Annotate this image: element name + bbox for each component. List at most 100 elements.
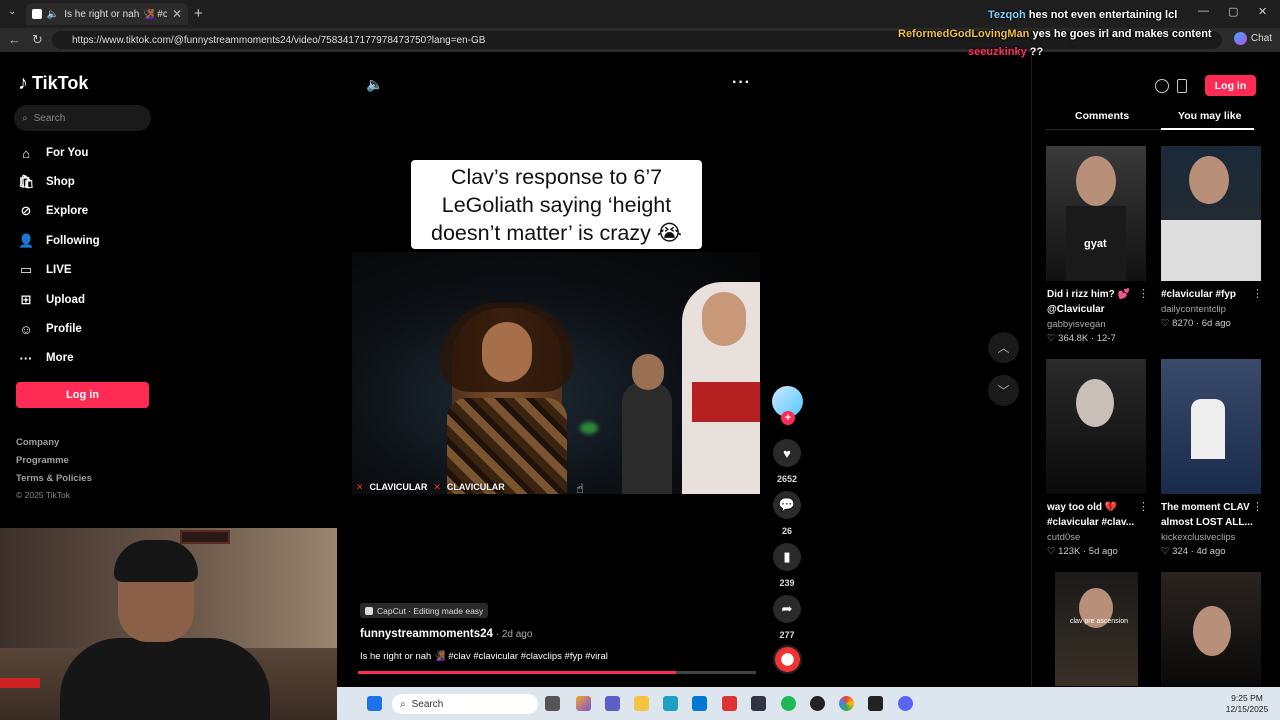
sidebar-item-label: LIVE — [46, 264, 72, 276]
store-icon[interactable] — [692, 696, 707, 711]
thumb-stats: ♡ 364.8K · 12-7 — [1047, 333, 1116, 344]
comment-count: 26 — [781, 526, 792, 536]
app-icon[interactable] — [751, 696, 766, 711]
video-author-line[interactable]: funnystreammoments24 · 2d ago — [360, 628, 532, 640]
back-icon[interactable]: ← — [8, 32, 21, 47]
thumb-face — [1076, 379, 1114, 427]
browser-tab[interactable]: 🔈 Is he right or nah 🧏🏾‍♀️ #clav #c ✕ — [26, 3, 188, 25]
taskbar-search[interactable]: ⌕ Search — [392, 694, 538, 714]
thumb-menu-icon[interactable]: ⋮ — [1138, 500, 1149, 513]
volume-icon[interactable]: 🔈 — [366, 76, 383, 93]
file-explorer-icon[interactable] — [634, 696, 649, 711]
thumb-menu-icon[interactable]: ⋮ — [1252, 500, 1263, 513]
sidebar-item-shop[interactable]: 🛍 Shop — [18, 171, 75, 193]
close-window-icon[interactable]: ✕ — [1258, 5, 1267, 18]
tiktok-logo[interactable]: ♪ TikTok — [18, 72, 88, 95]
epic-games-icon[interactable] — [868, 696, 883, 711]
chat-button[interactable]: Chat — [1233, 32, 1272, 45]
sidebar-item-explore[interactable]: ⊘ Explore — [18, 200, 89, 222]
video-progress-bar[interactable] — [358, 671, 756, 674]
share-count: 277 — [779, 630, 795, 640]
tab-list-icon[interactable]: ⌄ — [8, 6, 16, 17]
sidebar-item-more[interactable]: ··· More — [18, 347, 74, 369]
logo-text: TikTok — [32, 73, 89, 93]
sidebar-item-live[interactable]: ▭ LIVE — [18, 259, 72, 281]
windows-start-icon[interactable] — [367, 696, 382, 711]
copilot-icon — [1233, 32, 1247, 45]
clock-date: 12/15/2025 — [1225, 704, 1269, 714]
red-object — [0, 678, 40, 688]
thumb-user[interactable]: cutd0se — [1047, 532, 1080, 543]
thumb-title[interactable]: The moment CLAV almost LOST ALL... — [1161, 500, 1256, 530]
recommended-thumbnail[interactable] — [1161, 359, 1261, 494]
thumb-title[interactable]: #clavicular #fyp — [1161, 287, 1256, 302]
save-button[interactable]: ▮ — [773, 543, 801, 571]
comment-icon: 💬 — [778, 497, 796, 512]
sidebar-item-for-you[interactable]: ⌂ For You — [18, 142, 88, 164]
maximize-icon[interactable]: ▢ — [1228, 5, 1238, 18]
next-video-button[interactable]: ﹀ — [988, 375, 1019, 406]
discord-icon[interactable] — [898, 696, 913, 711]
footer-link-company[interactable]: Company — [16, 437, 59, 448]
creator-tools-icon[interactable] — [1155, 79, 1169, 93]
search-input[interactable]: ⌕ Search — [14, 105, 151, 131]
tab-comments[interactable]: Comments — [1075, 110, 1129, 122]
follow-plus-icon[interactable]: + — [781, 411, 795, 425]
previous-video-button[interactable]: ︿ — [988, 332, 1019, 363]
thumb-title[interactable]: Did i rizz him? 💕 @Clavicular — [1047, 287, 1142, 317]
recommended-thumbnail[interactable] — [1046, 359, 1146, 494]
profile-icon: ☺ — [19, 321, 33, 337]
footer-link-programme[interactable]: Programme — [16, 455, 69, 466]
author-name[interactable]: funnystreammoments24 — [360, 628, 493, 640]
thumb-stats: ♡ 123K · 5d ago — [1047, 546, 1118, 557]
teams-icon[interactable] — [605, 696, 620, 711]
thumb-title[interactable]: way too old 💔 #clavicular #clav... — [1047, 500, 1142, 530]
edge-icon[interactable] — [663, 696, 678, 711]
following-icon: 👤 — [18, 233, 35, 248]
recommended-thumbnail[interactable]: clav pre ascension — [1055, 572, 1138, 686]
chrome-icon[interactable] — [839, 696, 854, 711]
app-icon[interactable] — [722, 696, 737, 711]
sidebar-item-upload[interactable]: ⊞ Upload — [18, 289, 85, 311]
mouse-cursor-icon: ☝ — [576, 481, 584, 496]
sidebar-item-label: Following — [46, 235, 100, 247]
recommended-thumbnail[interactable] — [1161, 146, 1261, 281]
taskbar-clock[interactable]: 9:25 PM 12/15/2025 — [1222, 693, 1272, 715]
spotify-icon[interactable] — [781, 696, 796, 711]
thumb-user[interactable]: kickexclusiveclips — [1161, 532, 1235, 543]
chat-user: ReformedGodLovingMan — [898, 28, 1030, 40]
chevron-down-icon: ﹀ — [997, 384, 1010, 398]
right-login-button[interactable]: Log in — [1205, 75, 1256, 96]
video-caption-card: Clav’s response to 6’7 LeGoliath saying … — [411, 160, 702, 249]
recommended-thumbnail[interactable] — [1161, 572, 1261, 686]
share-icon: ➦ — [781, 601, 793, 616]
thumb-user[interactable]: dailycontentclip — [1161, 304, 1226, 315]
post-age: · 2d ago — [492, 629, 533, 640]
more-options-icon[interactable]: ··· — [732, 74, 751, 92]
reload-icon[interactable]: ↻ — [32, 32, 43, 48]
thumb-menu-icon[interactable]: ⋮ — [1138, 287, 1149, 300]
thumb-menu-icon[interactable]: ⋮ — [1252, 287, 1263, 300]
speaker-icon[interactable]: 🔈 — [47, 9, 59, 20]
video-player[interactable]: ✕ CLAVICULAR ✕ CLAVICULAR — [352, 252, 760, 494]
device-icon[interactable] — [1177, 79, 1187, 93]
thumb-user[interactable]: gabbyisvegan — [1047, 319, 1106, 330]
comment-button[interactable]: 💬 — [773, 491, 801, 519]
new-tab-icon[interactable]: + — [194, 5, 203, 22]
tab-close-icon[interactable]: ✕ — [172, 7, 182, 21]
copilot-taskbar-icon[interactable] — [576, 696, 591, 711]
recommended-thumbnail[interactable]: gyat — [1046, 146, 1146, 281]
login-button[interactable]: Log in — [16, 382, 149, 408]
task-view-icon[interactable] — [545, 696, 560, 711]
sidebar-item-following[interactable]: 👤 Following — [18, 230, 100, 252]
app-icon[interactable] — [810, 696, 825, 711]
footer-link-terms[interactable]: Terms & Policies — [16, 473, 92, 484]
minimize-icon[interactable]: — — [1198, 5, 1209, 17]
capcut-badge[interactable]: CapCut · Editing made easy — [360, 603, 489, 618]
sound-disc-icon[interactable] — [773, 645, 802, 674]
tiktok-note-icon: ♪ — [18, 72, 28, 94]
tab-you-may-like[interactable]: You may like — [1178, 110, 1241, 122]
like-button[interactable]: ♥ — [773, 439, 801, 467]
share-button[interactable]: ➦ — [773, 595, 801, 623]
sidebar-item-profile[interactable]: ☺ Profile — [18, 318, 81, 340]
